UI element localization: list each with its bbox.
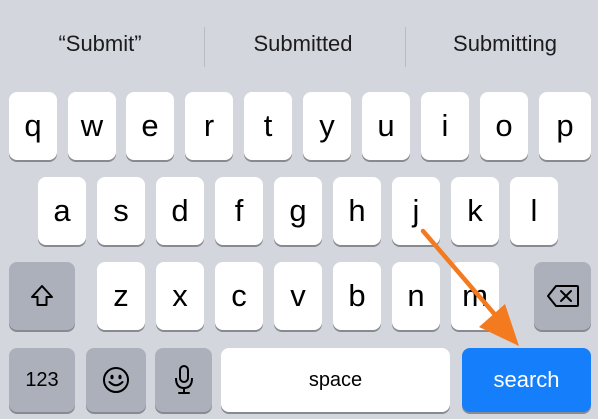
key-c[interactable]: c: [215, 262, 263, 330]
microphone-icon: [173, 364, 195, 396]
dictation-key[interactable]: [155, 348, 212, 412]
key-a[interactable]: a: [38, 177, 86, 245]
suggestion-3[interactable]: Submitting: [405, 18, 598, 70]
emoji-icon: [101, 365, 131, 395]
key-d[interactable]: d: [156, 177, 204, 245]
key-l[interactable]: l: [510, 177, 558, 245]
shift-icon: [29, 283, 55, 309]
key-o[interactable]: o: [480, 92, 528, 160]
delete-icon: [546, 284, 580, 308]
key-r[interactable]: r: [185, 92, 233, 160]
key-f[interactable]: f: [215, 177, 263, 245]
key-q[interactable]: q: [9, 92, 57, 160]
predictive-text-bar: “Submit” Submitted Submitting: [0, 0, 598, 86]
shift-key[interactable]: [9, 262, 75, 330]
key-n[interactable]: n: [392, 262, 440, 330]
key-t[interactable]: t: [244, 92, 292, 160]
emoji-key[interactable]: [86, 348, 146, 412]
key-y[interactable]: y: [303, 92, 351, 160]
space-bar[interactable]: space: [221, 348, 450, 412]
numbers-key[interactable]: 123: [9, 348, 75, 412]
key-i[interactable]: i: [421, 92, 469, 160]
key-z[interactable]: z: [97, 262, 145, 330]
key-s[interactable]: s: [97, 177, 145, 245]
key-m[interactable]: m: [451, 262, 499, 330]
key-g[interactable]: g: [274, 177, 322, 245]
key-k[interactable]: k: [451, 177, 499, 245]
key-u[interactable]: u: [362, 92, 410, 160]
key-b[interactable]: b: [333, 262, 381, 330]
suggestion-2[interactable]: Submitted: [203, 18, 403, 70]
key-v[interactable]: v: [274, 262, 322, 330]
key-e[interactable]: e: [126, 92, 174, 160]
suggestion-1[interactable]: “Submit”: [0, 18, 200, 70]
search-button[interactable]: search: [462, 348, 591, 412]
key-j[interactable]: j: [392, 177, 440, 245]
key-x[interactable]: x: [156, 262, 204, 330]
key-p[interactable]: p: [539, 92, 591, 160]
delete-key[interactable]: [534, 262, 591, 330]
key-h[interactable]: h: [333, 177, 381, 245]
key-w[interactable]: w: [68, 92, 116, 160]
